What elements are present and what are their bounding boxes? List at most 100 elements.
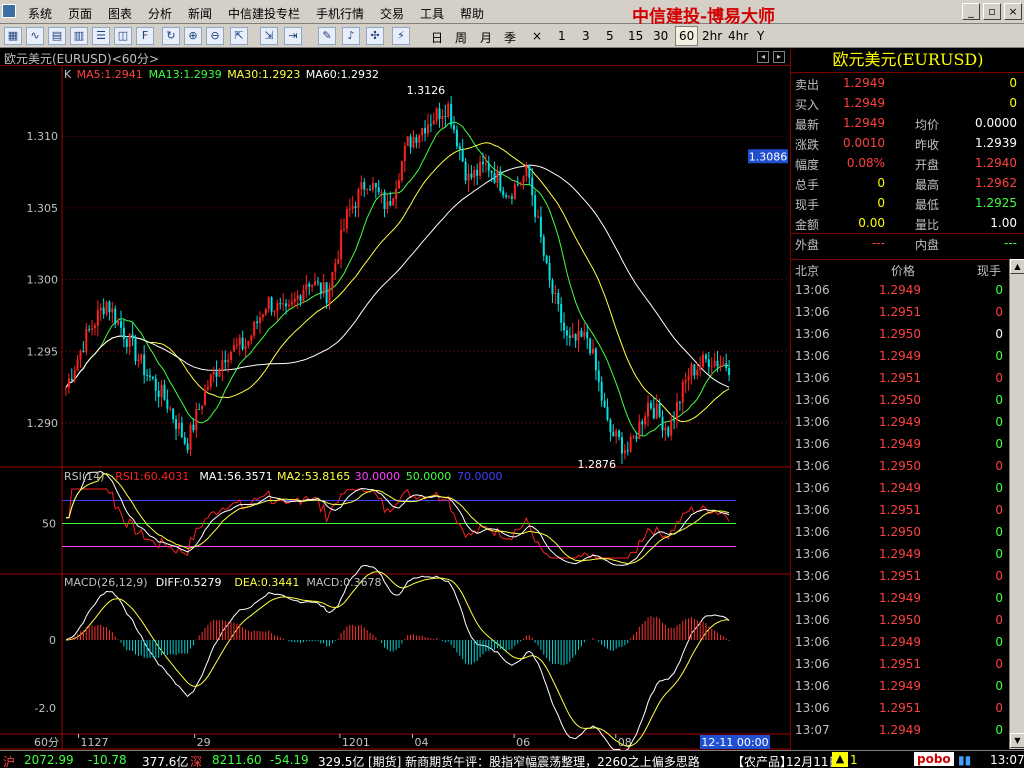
restore-icon[interactable]: ▫ xyxy=(983,3,1001,20)
menu-page[interactable]: 页面 xyxy=(68,5,92,22)
refresh-icon[interactable]: ↻ xyxy=(162,27,180,45)
tick-volume: 0 xyxy=(995,503,1003,517)
candle-body xyxy=(334,263,337,272)
candle-body xyxy=(635,436,638,440)
menu-analysis[interactable]: 分析 xyxy=(148,5,172,22)
minimize-icon[interactable]: _ xyxy=(962,3,980,20)
tick-row[interactable]: 13:06 1.2950 0 xyxy=(791,389,1009,411)
candle-body xyxy=(571,334,574,338)
chart-prev-icon[interactable]: ◂ xyxy=(757,51,769,63)
tick-price: 1.2949 xyxy=(879,547,921,561)
news-ticker[interactable]: [期货] 新商期货午评：股指窄幅震荡整理，2260之上偏多思路 xyxy=(368,753,728,768)
alert-icon[interactable]: ▲ xyxy=(832,752,848,767)
tick-row[interactable]: 13:06 1.2951 0 xyxy=(791,653,1009,675)
split-icon[interactable]: ◫ xyxy=(114,27,132,45)
tick-row[interactable]: 13:06 1.2949 0 xyxy=(791,631,1009,653)
period-month[interactable]: 月 xyxy=(480,29,492,46)
candle-body xyxy=(270,297,273,312)
tick-row[interactable]: 13:06 1.2949 0 xyxy=(791,587,1009,609)
tick-row[interactable]: 13:06 1.2951 0 xyxy=(791,367,1009,389)
cursor-icon[interactable]: ⇱ xyxy=(230,27,248,45)
tile-icon[interactable]: ▦ xyxy=(4,27,22,45)
plugin-icon[interactable]: ✣ xyxy=(366,27,384,45)
alarm-icon[interactable]: ♪ xyxy=(342,27,360,45)
tick-row[interactable]: 13:06 1.2951 0 xyxy=(791,301,1009,323)
tick-row[interactable]: 13:06 1.2949 0 xyxy=(791,279,1009,301)
candle-body xyxy=(531,177,534,196)
menu-tools[interactable]: 工具 xyxy=(420,5,444,22)
tick-row[interactable]: 13:06 1.2950 0 xyxy=(791,609,1009,631)
tick-row[interactable]: 13:06 1.2951 0 xyxy=(791,499,1009,521)
tick-row[interactable]: 13:06 1.2950 0 xyxy=(791,455,1009,477)
period-60[interactable]: 60 xyxy=(675,26,699,46)
close-icon[interactable]: × xyxy=(1004,3,1022,20)
lightning-icon[interactable]: ⚡ xyxy=(392,27,410,45)
table-icon[interactable]: ▤ xyxy=(48,27,66,45)
product-label[interactable]: 【农产品】 xyxy=(732,753,792,768)
sh-index[interactable]: 2072.99 xyxy=(24,753,74,767)
period-close[interactable]: × xyxy=(532,29,542,43)
candle-body xyxy=(592,348,595,354)
period-week[interactable]: 周 xyxy=(455,29,467,46)
network-icon: ▮▮ xyxy=(958,753,972,767)
tick-scrollbar[interactable]: ▲ ▼ xyxy=(1009,259,1024,749)
period-1[interactable]: 1 xyxy=(558,29,566,43)
line-chart-icon[interactable]: ∿ xyxy=(26,27,44,45)
period-30[interactable]: 30 xyxy=(653,29,668,43)
quote-value: 1.2949 xyxy=(843,76,885,90)
candle-body xyxy=(253,321,256,336)
period-3[interactable]: 3 xyxy=(582,29,590,43)
zoom-in-icon[interactable]: ⊕ xyxy=(184,27,202,45)
tick-row[interactable]: 13:06 1.2951 0 xyxy=(791,697,1009,719)
tick-row[interactable]: 13:06 1.2949 0 xyxy=(791,477,1009,499)
period-15[interactable]: 15 xyxy=(628,29,643,43)
sz-index[interactable]: 8211.60 xyxy=(212,753,262,767)
grid-icon[interactable]: ▥ xyxy=(70,27,88,45)
candle-body xyxy=(702,354,705,367)
quote-value: 1.2940 xyxy=(975,156,1017,170)
tick-row[interactable]: 13:06 1.2950 0 xyxy=(791,521,1009,543)
scroll-up-icon[interactable]: ▲ xyxy=(1010,259,1024,274)
quote-title: 欧元美元(EURUSD) xyxy=(791,49,1024,73)
candle-body xyxy=(415,137,418,143)
menu-news[interactable]: 新闻 xyxy=(188,5,212,22)
period-5[interactable]: 5 xyxy=(606,29,614,43)
menu-system[interactable]: 系统 xyxy=(28,5,52,22)
tick-row[interactable]: 13:06 1.2949 0 xyxy=(791,411,1009,433)
period-year[interactable]: Y xyxy=(757,29,764,43)
tick-row[interactable]: 13:07 1.2949 0 xyxy=(791,719,1009,741)
period-4hr[interactable]: 4hr xyxy=(728,29,748,43)
zoom-out-icon[interactable]: ⊖ xyxy=(206,27,224,45)
tick-row[interactable]: 13:06 1.2949 0 xyxy=(791,675,1009,697)
export-icon[interactable]: ⇲ xyxy=(260,27,278,45)
scroll-down-icon[interactable]: ▼ xyxy=(1010,733,1024,748)
tick-row[interactable]: 13:06 1.2951 0 xyxy=(791,565,1009,587)
rsi-legend-item: 50.0000 xyxy=(406,470,452,483)
app-icon xyxy=(2,4,16,18)
import-icon[interactable]: ⇥ xyxy=(284,27,302,45)
period-day[interactable]: 日 xyxy=(431,29,443,46)
chart-area[interactable]: 1.290 1.295 1.300 1.305 1.310 50 0 -2.0 60分 1127 2… xyxy=(0,66,790,751)
draw-icon[interactable]: ✎ xyxy=(318,27,336,45)
tick-row[interactable]: 13:06 1.2950 0 xyxy=(791,323,1009,345)
period-2hr[interactable]: 2hr xyxy=(702,29,722,43)
fio-icon[interactable]: F xyxy=(136,27,154,45)
menu-mobile[interactable]: 手机行情 xyxy=(316,5,364,22)
menu-column[interactable]: 中信建投专栏 xyxy=(228,5,300,22)
menu-trade[interactable]: 交易 xyxy=(380,5,404,22)
candle-body xyxy=(519,182,522,185)
candle-body xyxy=(192,424,195,431)
tick-row[interactable]: 13:06 1.2949 0 xyxy=(791,543,1009,565)
list-icon[interactable]: ☰ xyxy=(92,27,110,45)
candle-body xyxy=(287,304,290,307)
tick-time: 13:06 xyxy=(795,657,830,671)
menu-chart[interactable]: 图表 xyxy=(108,5,132,22)
pobo-logo: pobo xyxy=(914,752,954,766)
tick-time: 13:06 xyxy=(795,569,830,583)
tick-row[interactable]: 13:06 1.2949 0 xyxy=(791,433,1009,455)
period-quarter[interactable]: 季 xyxy=(504,29,516,46)
candle-body xyxy=(563,322,566,331)
menu-help[interactable]: 帮助 xyxy=(460,5,484,22)
chart-next-icon[interactable]: ▸ xyxy=(773,51,785,63)
tick-row[interactable]: 13:06 1.2949 0 xyxy=(791,345,1009,367)
